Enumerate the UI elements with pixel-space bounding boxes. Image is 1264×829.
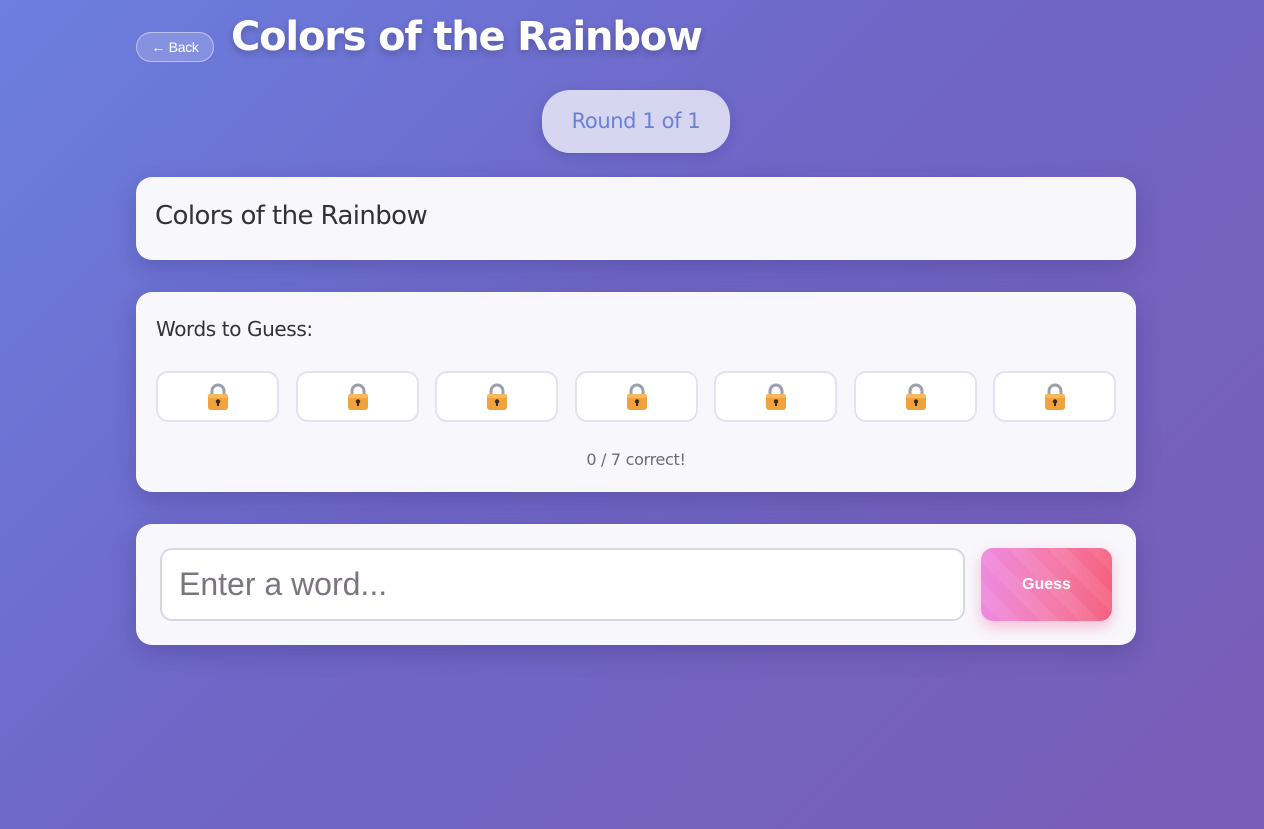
word-slot [714, 371, 837, 422]
page-title: Colors of the Rainbow [231, 14, 703, 60]
back-button[interactable]: ← Back [136, 32, 214, 62]
word-input[interactable] [160, 548, 965, 621]
word-slot [156, 371, 279, 422]
guess-card: Guess [136, 524, 1136, 645]
lock-icon [905, 383, 926, 410]
topic-card: Colors of the Rainbow [136, 177, 1136, 260]
round-badge: Round 1 of 1 [542, 90, 730, 153]
word-slot [435, 371, 558, 422]
word-slot [854, 371, 977, 422]
lock-icon [1044, 383, 1065, 410]
game-container: ← Back Colors of the Rainbow Round 1 of … [136, 0, 1136, 645]
guess-button[interactable]: Guess [981, 548, 1112, 621]
lock-icon [347, 383, 368, 410]
word-slot [993, 371, 1116, 422]
lock-icon [207, 383, 228, 410]
words-heading: Words to Guess: [156, 317, 313, 341]
lock-icon [626, 383, 647, 410]
header: ← Back Colors of the Rainbow [136, 0, 1136, 84]
progress-text: 0 / 7 correct! [586, 450, 686, 469]
topic-title: Colors of the Rainbow [155, 201, 428, 231]
lock-icon [486, 383, 507, 410]
word-slot [575, 371, 698, 422]
word-slots [156, 371, 1116, 422]
word-slot [296, 371, 419, 422]
words-card: Words to Guess: 0 / 7 correct! [136, 292, 1136, 492]
lock-icon [765, 383, 786, 410]
